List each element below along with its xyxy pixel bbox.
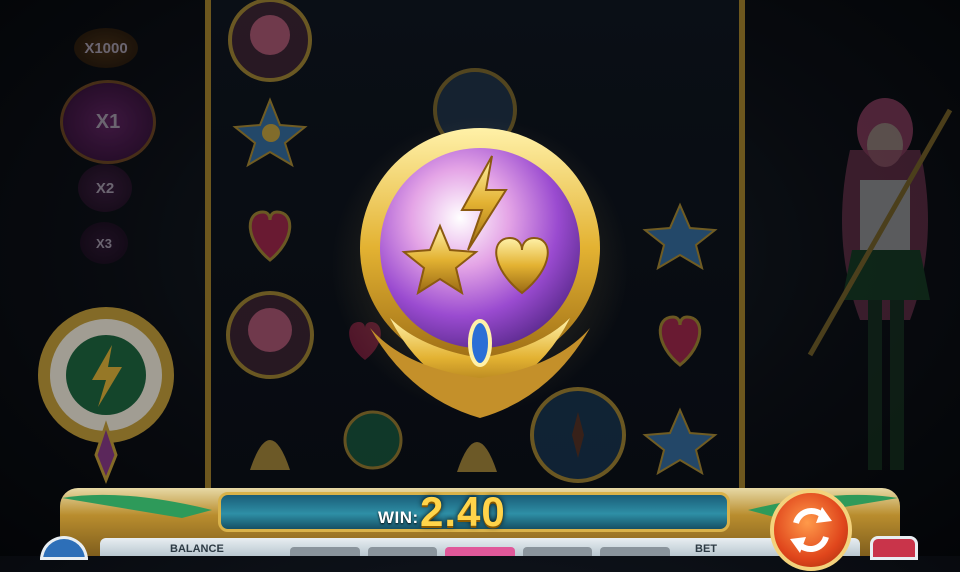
bet-slot[interactable] [522,547,593,556]
spin-button[interactable] [770,489,852,571]
balance-label: BALANCE [170,543,224,555]
orb-bonus-icon [360,128,600,418]
bet-selector [290,547,670,556]
info-icon[interactable] [870,536,918,560]
bet-slot[interactable] [600,547,670,556]
win-value: 2.40 [420,488,506,535]
bet-slot-active[interactable] [445,547,515,556]
win-label: WIN: [378,508,419,527]
bet-slot[interactable] [367,547,438,556]
bet-slot[interactable] [290,547,360,556]
bet-label: BET [695,543,717,555]
